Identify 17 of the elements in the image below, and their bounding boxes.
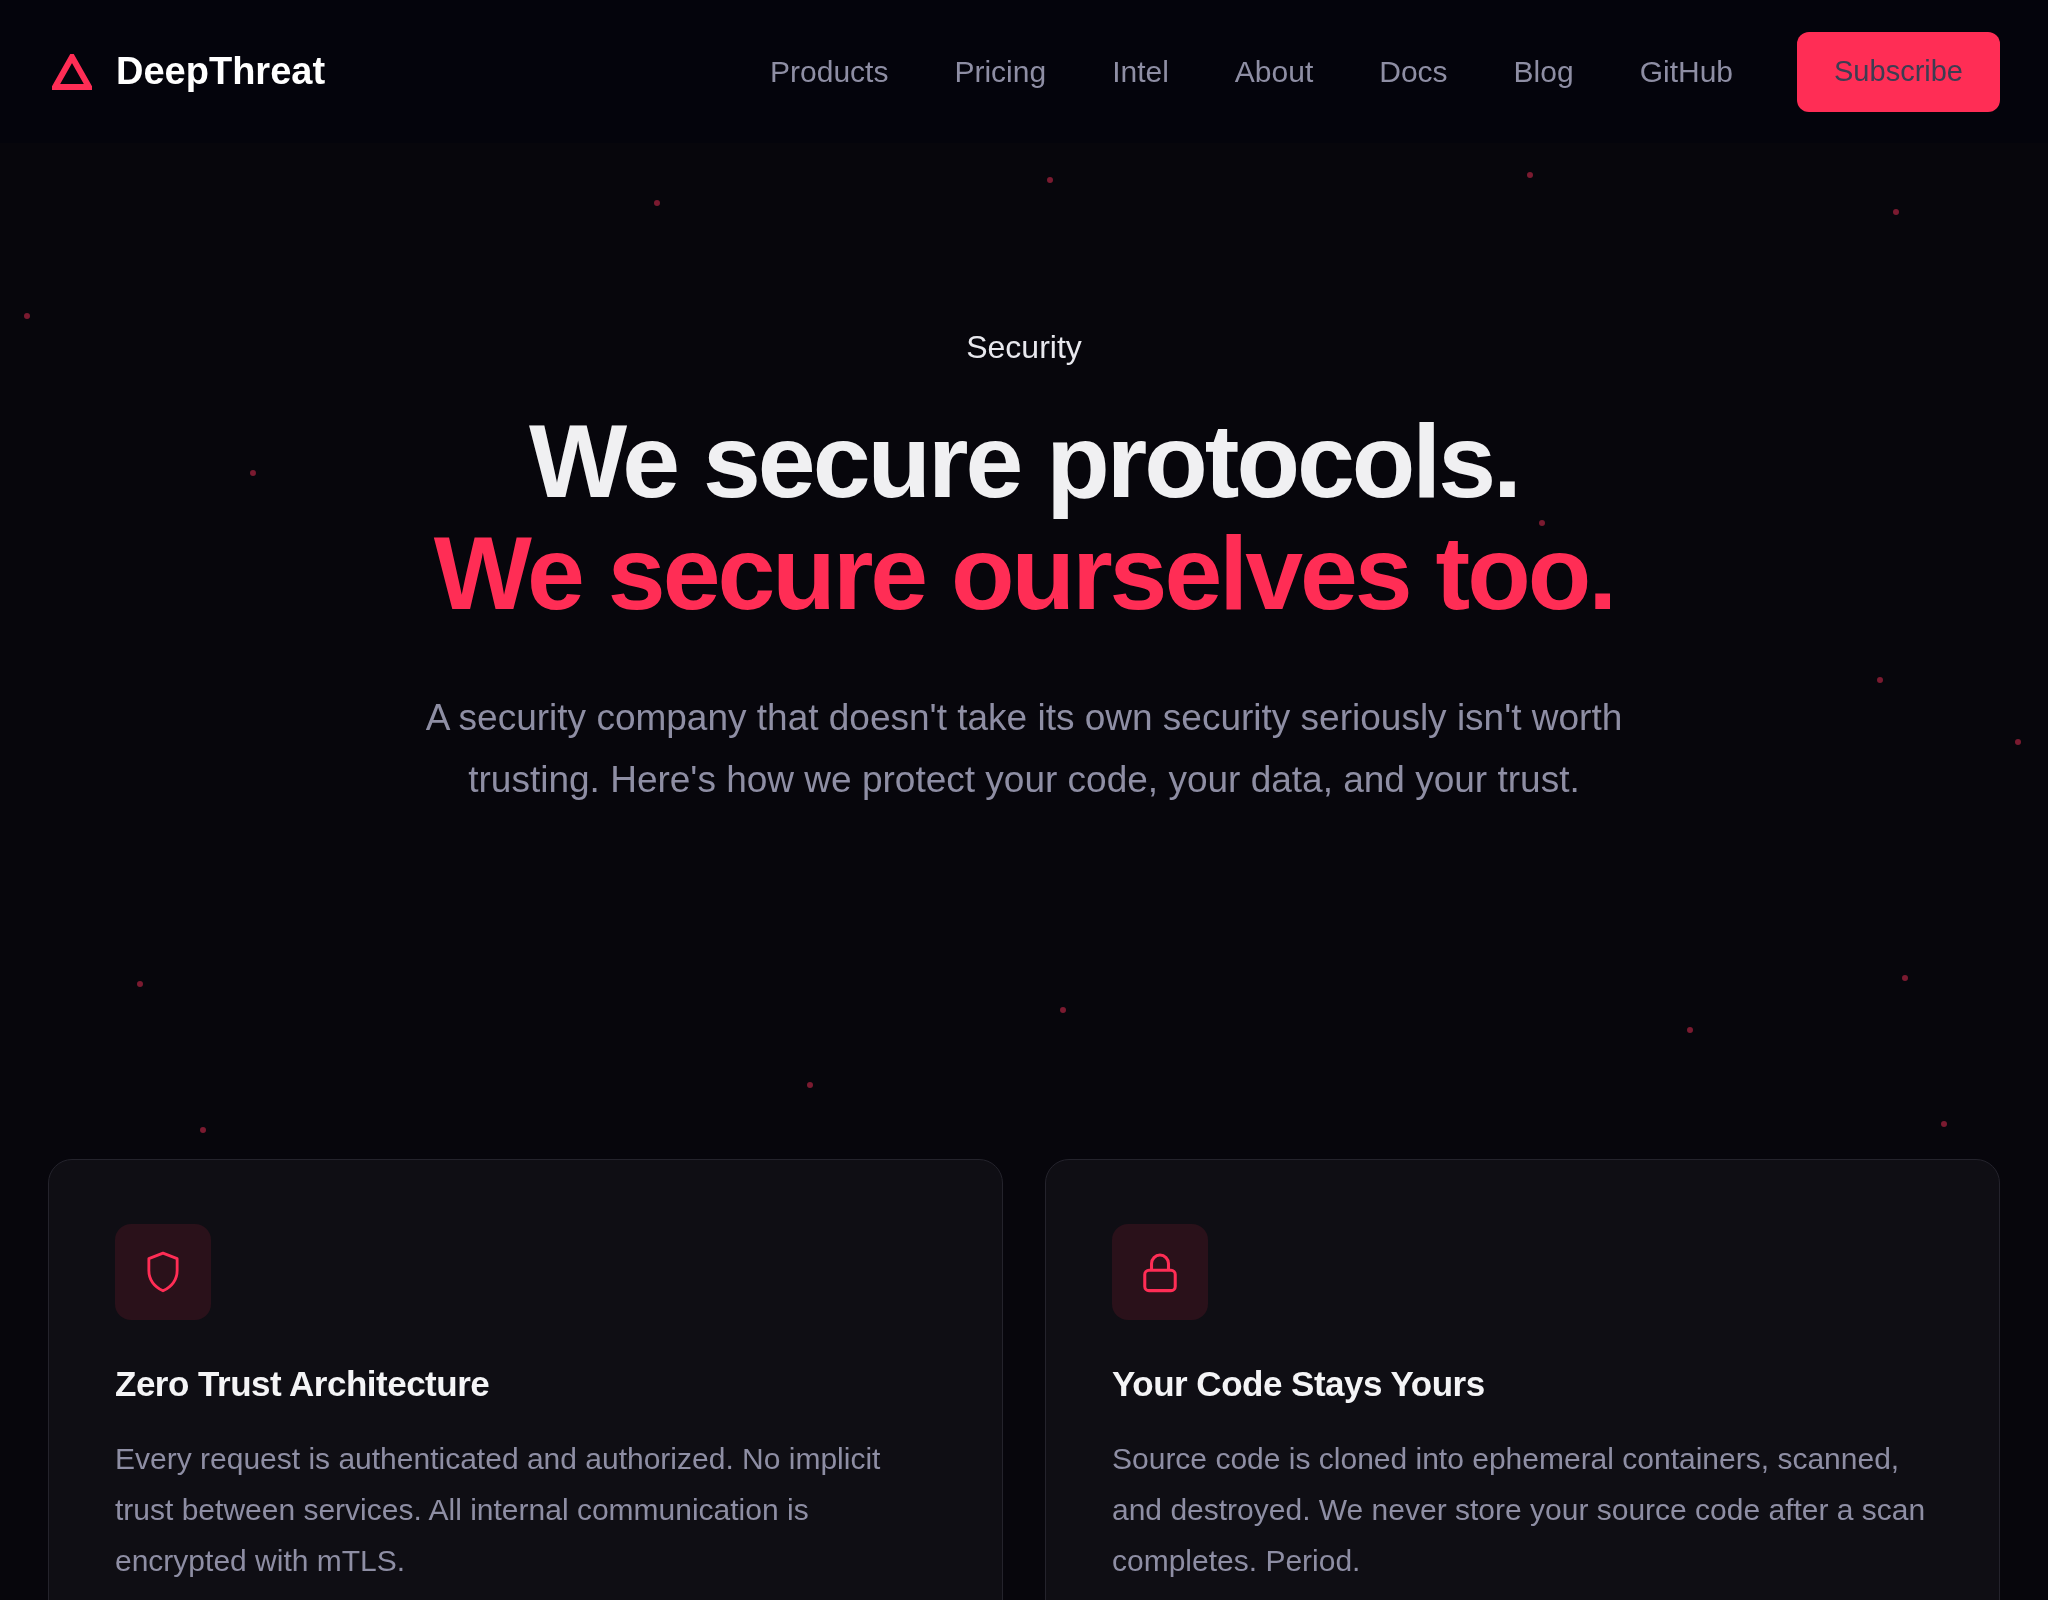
- nav-link[interactable]: Pricing: [954, 49, 1047, 94]
- card-title: Zero Trust Architecture: [115, 1363, 491, 1405]
- nav-link[interactable]: GitHub: [1639, 49, 1734, 94]
- section-eyebrow: Security: [966, 328, 1082, 367]
- card-text: Every request is authenticated and authorized. No implicit trust between services. All internal communication is encrypted with mTLS.: [115, 1440, 882, 1579]
- shield-icon: [144, 1250, 182, 1294]
- logo-icon: [52, 53, 92, 90]
- nav-link[interactable]: Docs: [1379, 49, 1448, 94]
- intro-text: A security company that doesn't take its own security seriously isn't worth trusting. Here's how we protect your code, your data, and your trust.: [424, 696, 1624, 802]
- nav-link[interactable]: Intel: [1112, 49, 1169, 94]
- headline: We secure protocols.: [529, 405, 1519, 517]
- brand-name: DeepThreat: [116, 49, 326, 94]
- nav-link[interactable]: Products: [770, 49, 889, 94]
- nav-link[interactable]: Blog: [1513, 49, 1574, 94]
- card-text: Source code is cloned into ephemeral containers, scanned, and destroyed. We never store your source code after a scan completes. Period.: [1112, 1440, 1927, 1579]
- card-title: Your Code Stays Yours: [1112, 1363, 1486, 1405]
- nav-link[interactable]: About: [1234, 49, 1314, 94]
